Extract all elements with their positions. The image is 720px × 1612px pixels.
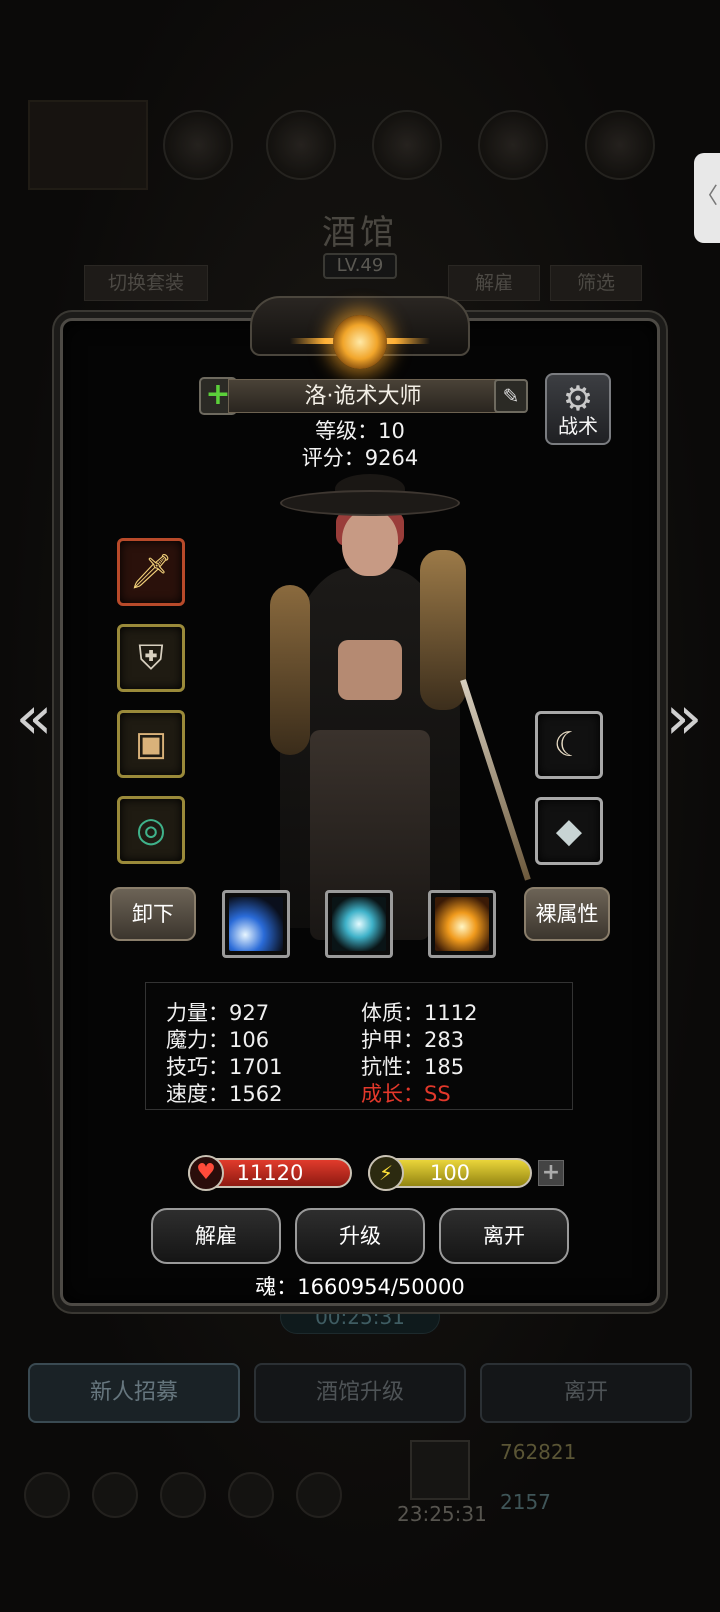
gift-icon[interactable] [410, 1440, 470, 1500]
tavern-level: LV.49 [323, 253, 397, 279]
trinket-slot[interactable]: ☾ [535, 711, 603, 779]
lightning-icon: ⚡ [368, 1155, 404, 1191]
hero-left-arm [270, 585, 310, 755]
helmet-slot[interactable]: ⛨ [117, 624, 185, 692]
hero-hat [280, 490, 460, 516]
hero-right-arm [420, 550, 466, 710]
ring-slot[interactable]: ◎ [117, 796, 185, 864]
unequip-button[interactable]: 卸下 [110, 887, 196, 941]
edit-name-icon[interactable]: ✎ [494, 379, 528, 413]
resource-icon [478, 110, 548, 180]
skill-slot[interactable] [222, 890, 290, 958]
gem-amount: 2157 [500, 1490, 551, 1514]
switch-outfit-button[interactable]: 切换套装 [84, 265, 208, 301]
menu-icon[interactable] [296, 1472, 342, 1518]
hero-portrait [240, 474, 531, 950]
next-hero-arrow-icon[interactable]: » [660, 688, 708, 750]
hero-face [342, 510, 398, 576]
menu-icon[interactable] [160, 1472, 206, 1518]
stat-armor: 护甲：283 [361, 1028, 465, 1052]
base-stats-button[interactable]: 裸属性 [524, 887, 610, 941]
menu-icon[interactable] [92, 1472, 138, 1518]
tavern-title: 酒馆 [322, 213, 398, 253]
stone-icon: ◆ [555, 811, 583, 851]
add-energy-icon[interactable]: + [538, 1160, 564, 1186]
prev-hero-arrow-icon[interactable]: « [10, 688, 58, 750]
soul-counter: 魂：1660954/50000 [255, 1275, 465, 1299]
menu-icon[interactable] [228, 1472, 274, 1518]
scroll-icon: ▣ [134, 724, 168, 764]
upgrade-button[interactable]: 升级 [295, 1208, 425, 1264]
stat-speed: 速度：1562 [166, 1082, 283, 1106]
hero-name-bar: 洛·诡术大师 [228, 379, 498, 413]
leave-button[interactable]: 离开 [439, 1208, 569, 1264]
side-drawer-tab[interactable]: 〈 [694, 153, 720, 243]
gem-slot[interactable]: ◆ [535, 797, 603, 865]
accessory-slot[interactable]: ▣ [117, 710, 185, 778]
player-portrait [28, 100, 148, 190]
bg-dismiss-button[interactable]: 解雇 [448, 265, 540, 301]
bg-leave-button[interactable]: 离开 [480, 1363, 692, 1423]
weapon-slot[interactable]: 🗡 [117, 538, 185, 606]
fire-burst-skill-icon [435, 897, 489, 951]
skill-slot[interactable] [325, 890, 393, 958]
resource-icon [585, 110, 655, 180]
gold-amount: 762821 [500, 1440, 577, 1464]
hero-name: 洛·诡术大师 [304, 384, 422, 409]
stats-panel: 力量：927 魔力：106 技巧：1701 速度：1562 体质：1112 护甲… [145, 982, 573, 1110]
sun-emblem-icon [333, 315, 387, 369]
resource-icon [372, 110, 442, 180]
hero-torso [338, 640, 402, 700]
tavern-upgrade-button[interactable]: 酒馆升级 [254, 1363, 466, 1423]
light-beam-skill-icon [229, 897, 283, 951]
resource-icon [266, 110, 336, 180]
stat-resistance: 抗性：185 [361, 1055, 465, 1079]
stat-magic: 魔力：106 [166, 1028, 270, 1052]
new-recruit-button[interactable]: 新人招募 [28, 1363, 240, 1423]
skill-slot[interactable] [428, 890, 496, 958]
ring-icon: ◎ [136, 810, 166, 850]
menu-icon[interactable] [24, 1472, 70, 1518]
stat-constitution: 体质：1112 [361, 1001, 478, 1025]
hero-level: 等级：10 [315, 419, 405, 443]
helmet-icon: ⛨ [138, 638, 164, 678]
dagger-icon: 🗡 [129, 552, 173, 592]
stat-strength: 力量：927 [166, 1001, 270, 1025]
dismiss-button[interactable]: 解雇 [151, 1208, 281, 1264]
resource-icon [163, 110, 233, 180]
stat-growth: 成长：SS [361, 1082, 451, 1106]
heart-icon: ♥ [188, 1155, 224, 1191]
gift-timer: 23:25:31 [397, 1502, 487, 1526]
claw-icon: ☾ [553, 725, 585, 765]
hero-score: 评分：9264 [301, 446, 419, 470]
wind-slash-skill-icon [332, 897, 386, 951]
stat-skill: 技巧：1701 [166, 1055, 283, 1079]
filter-button[interactable]: 筛选 [550, 265, 642, 301]
